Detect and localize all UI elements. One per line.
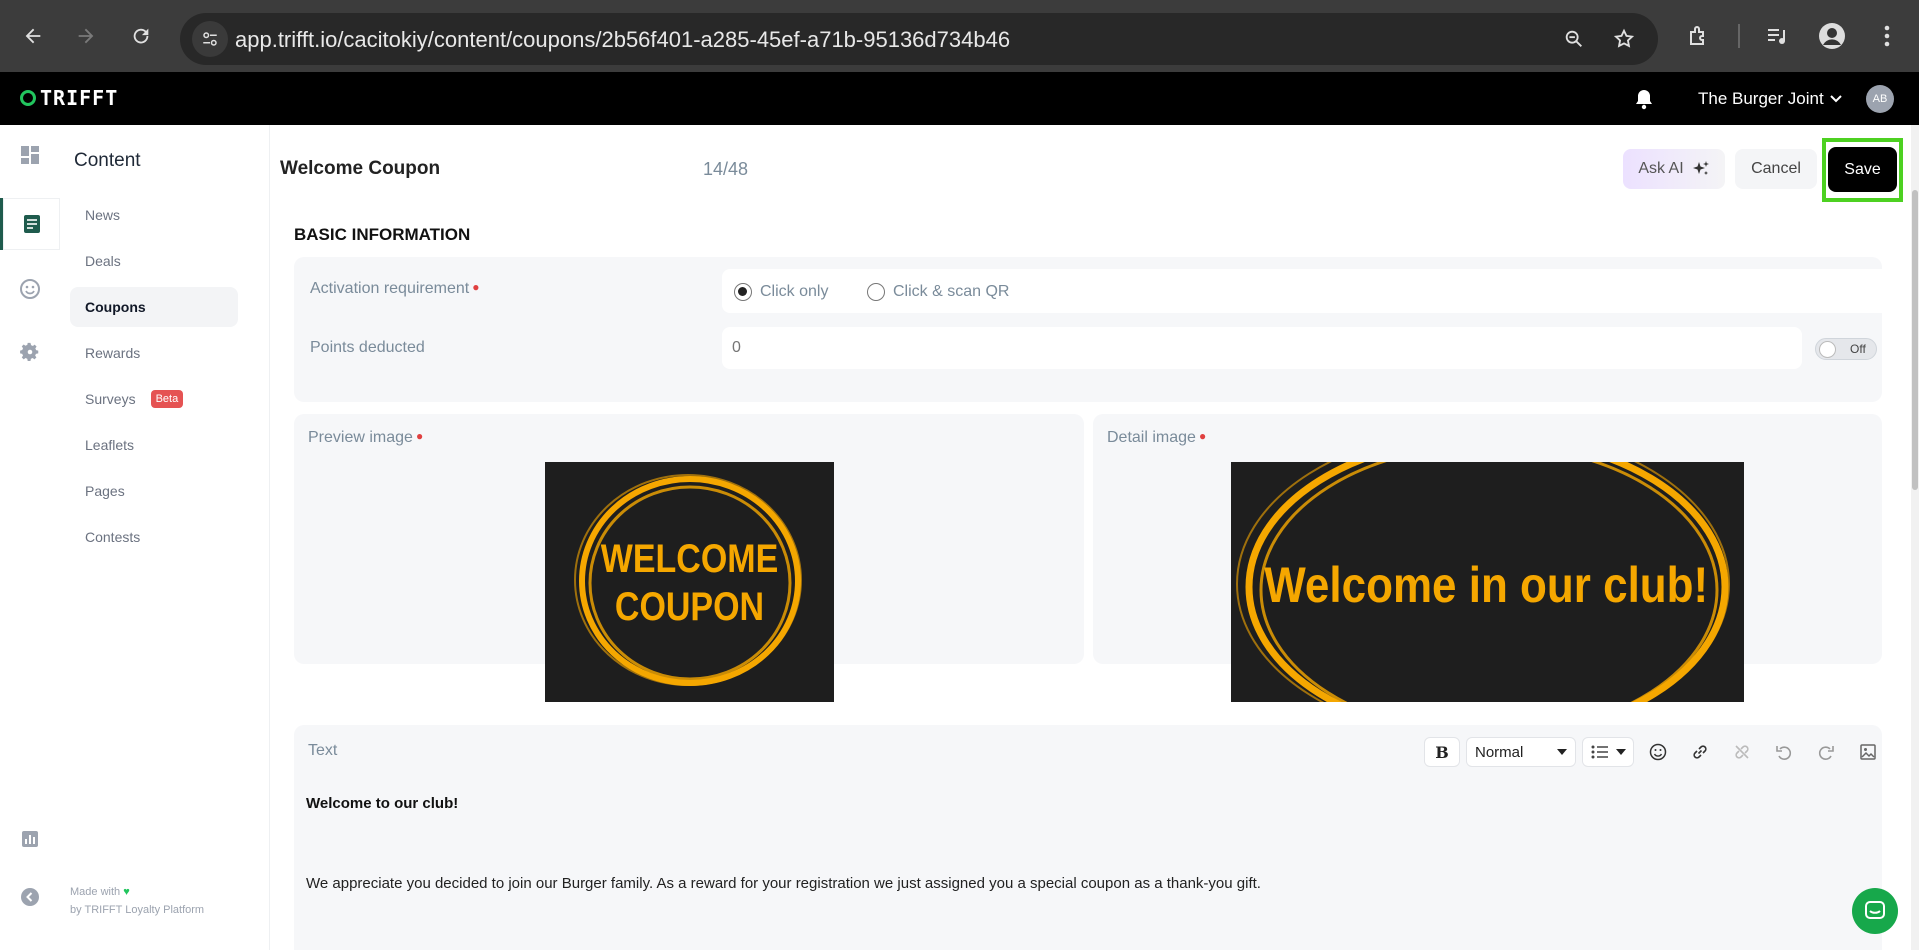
required-marker: ●	[1198, 429, 1207, 443]
section-heading-basic-info: BASIC INFORMATION	[294, 225, 471, 244]
scrollbar-thumb[interactable]	[1912, 190, 1918, 490]
cancel-button[interactable]: Cancel	[1735, 149, 1817, 189]
sidenav-item-contests[interactable]: Contests	[70, 517, 238, 557]
editor-text-heading[interactable]: Welcome to our club!	[306, 795, 458, 812]
sidenav-item-surveys[interactable]: Surveys Beta	[70, 379, 238, 419]
forward-icon[interactable]	[70, 20, 102, 52]
save-button[interactable]: Save	[1828, 147, 1897, 192]
basic-info-card: Activation requirement ● Click only Click…	[294, 257, 1890, 402]
sidenav-item-coupons[interactable]: Coupons	[70, 287, 238, 327]
caret-down-icon	[1615, 749, 1626, 755]
extensions-icon[interactable]	[1685, 22, 1713, 50]
points-label: Points deducted	[310, 339, 425, 356]
list-format-button[interactable]	[1582, 737, 1634, 767]
left-rail	[0, 125, 60, 950]
gear-icon[interactable]	[0, 326, 60, 378]
chat-support-button[interactable]	[1852, 888, 1898, 934]
reload-icon[interactable]	[125, 20, 157, 52]
required-marker: ●	[415, 429, 424, 443]
chat-icon	[1865, 901, 1885, 919]
welcome-coupon-graphic: WELCOME COUPON	[545, 462, 834, 702]
toggle-knob	[1819, 340, 1836, 358]
points-deducted-input[interactable]	[722, 327, 1802, 369]
sidenav-item-pages[interactable]: Pages	[70, 471, 238, 511]
smiley-icon[interactable]	[0, 263, 60, 315]
ask-ai-button[interactable]: Ask AI	[1623, 149, 1725, 189]
unlink-icon[interactable]	[1724, 737, 1760, 767]
rich-text-toolbar: B Normal	[1424, 737, 1886, 767]
required-marker: ●	[472, 280, 480, 294]
detail-image[interactable]: Welcome in our club!	[1231, 462, 1744, 702]
address-bar[interactable]: app.trifft.io/cacitokiy/content/coupons/…	[180, 13, 1658, 65]
url-text: app.trifft.io/cacitokiy/content/coupons/…	[235, 27, 1011, 52]
dashboard-icon[interactable]	[0, 129, 60, 181]
svg-text:WELCOME: WELCOME	[601, 535, 778, 580]
account-name: The Burger Joint	[1698, 89, 1824, 108]
notification-bell-icon[interactable]	[1634, 88, 1654, 115]
chevron-down-icon	[1829, 95, 1842, 103]
sidenav-item-news[interactable]: News	[70, 195, 238, 235]
media-control-icon[interactable]	[1763, 22, 1791, 50]
sidenav-title: Content	[74, 150, 141, 171]
back-icon[interactable]	[17, 20, 49, 52]
collapse-sidebar-icon[interactable]	[0, 882, 60, 912]
redo-icon[interactable]	[1808, 737, 1844, 767]
bulleted-list-icon	[1591, 745, 1608, 759]
menu-kebab-icon[interactable]	[1873, 22, 1901, 50]
editor-text-body[interactable]: We appreciate you decided to join our Bu…	[306, 875, 1261, 892]
welcome-club-graphic: Welcome in our club!	[1231, 462, 1744, 702]
undo-icon[interactable]	[1766, 737, 1802, 767]
page-title: Welcome Coupon	[280, 158, 441, 179]
account-switcher[interactable]: The Burger Joint	[1698, 89, 1842, 109]
radio-unchecked-icon	[867, 283, 885, 301]
browser-toolbar: app.trifft.io/cacitokiy/content/coupons/…	[0, 0, 1919, 72]
logo-ring-icon	[20, 90, 36, 106]
points-toggle[interactable]: Off	[1815, 338, 1877, 360]
preview-image-label: Preview image ●	[308, 429, 424, 446]
analytics-icon[interactable]	[0, 824, 60, 854]
site-settings-icon[interactable]	[192, 21, 228, 57]
radio-click-only[interactable]: Click only	[734, 283, 828, 301]
toolbar-divider	[1738, 24, 1740, 48]
content-icon[interactable]	[0, 198, 60, 250]
beta-badge: Beta	[150, 390, 184, 408]
preview-image-card: Preview image ● WELCOME COUPON	[294, 414, 1084, 702]
caret-down-icon	[1557, 749, 1567, 755]
sidenav-item-deals[interactable]: Deals	[70, 241, 238, 281]
sidenav-item-leaflets[interactable]: Leaflets	[70, 425, 238, 465]
format-select[interactable]: Normal	[1466, 737, 1576, 767]
text-editor-card: Text B Normal Welcome to our club! We ap…	[294, 725, 1882, 950]
made-with-footer: Made with ♥ by TRIFFT Loyalty Platform	[70, 883, 204, 919]
text-label: Text	[308, 742, 338, 759]
heart-icon: ♥	[123, 886, 130, 898]
platform-credit[interactable]: by TRIFFT Loyalty Platform	[70, 901, 204, 919]
bookmark-star-icon[interactable]	[1610, 25, 1638, 53]
sidenav-item-rewards[interactable]: Rewards	[70, 333, 238, 373]
insert-image-icon[interactable]	[1850, 737, 1886, 767]
profile-icon[interactable]	[1818, 22, 1846, 50]
title-character-counter: 14/48	[703, 159, 749, 179]
bold-button[interactable]: B	[1424, 737, 1460, 767]
svg-text:COUPON: COUPON	[615, 583, 764, 628]
zoom-icon[interactable]	[1560, 25, 1588, 53]
activation-radio-group: Click only Click & scan QR	[722, 269, 1890, 313]
app-header: TRIFFT The Burger Joint AB	[0, 72, 1919, 125]
detail-image-card: Detail image ● Welcome in our club!	[1093, 414, 1882, 702]
svg-text:Welcome in our club!: Welcome in our club!	[1264, 556, 1708, 612]
activation-label: Activation requirement ●	[310, 280, 480, 297]
emoji-icon[interactable]	[1640, 737, 1676, 767]
radio-click-scan-qr[interactable]: Click & scan QR	[867, 283, 1009, 301]
trifft-logo[interactable]: TRIFFT	[20, 86, 118, 110]
content-sidenav: Content News Deals Coupons Rewards Surve…	[60, 125, 270, 950]
coupon-editor: Welcome Coupon 14/48 Ask AI Cancel Save …	[270, 125, 1919, 950]
link-icon[interactable]	[1682, 737, 1718, 767]
radio-checked-icon	[734, 283, 752, 301]
preview-image[interactable]: WELCOME COUPON	[545, 462, 834, 702]
sparkle-icon	[1692, 161, 1709, 175]
detail-image-label: Detail image ●	[1107, 429, 1207, 446]
avatar[interactable]: AB	[1866, 85, 1894, 113]
